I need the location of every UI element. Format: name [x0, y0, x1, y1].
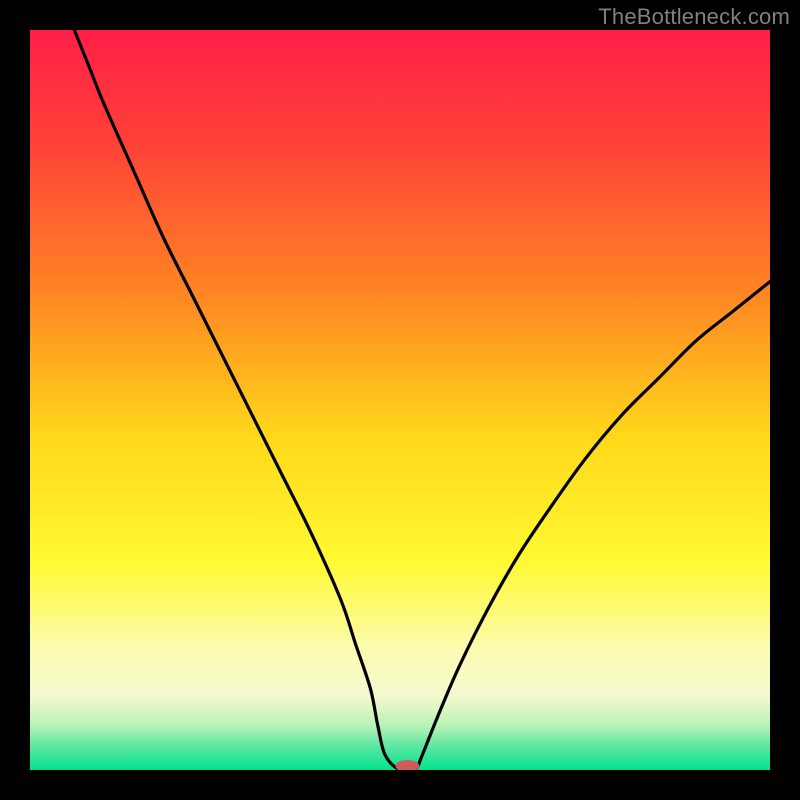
- chart-svg: [30, 30, 770, 770]
- plot-area: [30, 30, 770, 770]
- gradient-background: [30, 30, 770, 770]
- watermark-text: TheBottleneck.com: [598, 4, 790, 30]
- chart-frame: TheBottleneck.com: [0, 0, 800, 800]
